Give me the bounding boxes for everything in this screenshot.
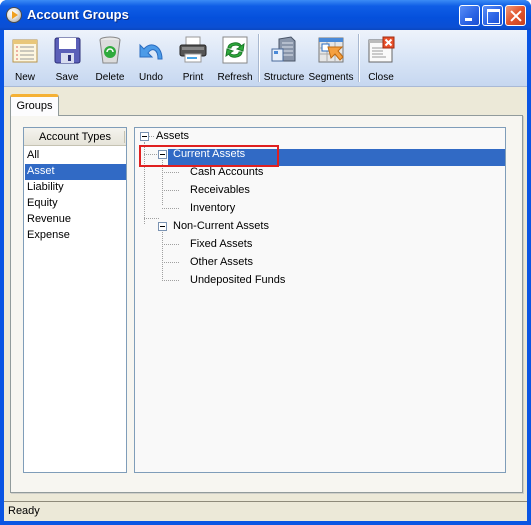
- minimize-button[interactable]: [459, 5, 480, 26]
- delete-button[interactable]: Delete: [92, 32, 128, 86]
- title-bar[interactable]: Account Groups: [0, 0, 531, 30]
- account-type-all[interactable]: All: [25, 148, 126, 164]
- account-type-expense[interactable]: Expense: [25, 228, 126, 244]
- tab-groups[interactable]: Groups: [10, 94, 59, 116]
- segments-grid-icon: [318, 37, 344, 63]
- delete-label: Delete: [95, 72, 125, 83]
- print-label: Print: [182, 72, 204, 83]
- undo-label: Undo: [139, 72, 163, 83]
- close-button[interactable]: Close: [364, 32, 398, 86]
- new-document-icon: [12, 39, 38, 63]
- toolbar-separator: [258, 34, 260, 82]
- undo-button[interactable]: Undo: [134, 32, 168, 86]
- account-groups-window: Account Groups New Save Delete Undo Prin…: [0, 0, 531, 525]
- account-type-liability[interactable]: Liability: [25, 180, 126, 196]
- tree-connector: [162, 172, 179, 173]
- account-type-revenue[interactable]: Revenue: [25, 212, 126, 228]
- refresh-icon: [222, 36, 248, 64]
- close-label: Close: [368, 72, 394, 83]
- new-label: New: [14, 72, 35, 83]
- tree-connector: [162, 244, 179, 245]
- refresh-button[interactable]: Refresh: [216, 32, 254, 86]
- toolbar: New Save Delete Undo Print Refresh Struc…: [4, 30, 527, 87]
- tree-node-label: Other Assets: [190, 256, 253, 268]
- app-icon[interactable]: [6, 7, 22, 23]
- tree-node-label: Cash Accounts: [190, 166, 264, 178]
- tree-connector: [162, 190, 179, 191]
- tree-node-label: Non-Current Assets: [173, 220, 269, 232]
- save-label: Save: [55, 72, 79, 83]
- segments-button[interactable]: Segments: [308, 32, 354, 86]
- tree-node-label: Inventory: [190, 202, 236, 214]
- structure-label: Structure: [263, 72, 305, 83]
- client-area: New Save Delete Undo Print Refresh Struc…: [4, 30, 527, 521]
- tree-connector: [162, 224, 163, 279]
- groups-tab-panel: Account Types All Asset Liability Equity…: [10, 115, 523, 493]
- structure-button[interactable]: Structure: [263, 32, 305, 86]
- close-window-icon: [368, 36, 395, 63]
- save-button[interactable]: Save: [50, 32, 84, 86]
- account-types-list[interactable]: Account Types All Asset Liability Equity…: [23, 127, 127, 473]
- status-text: Ready: [8, 505, 40, 517]
- account-type-equity[interactable]: Equity: [25, 196, 126, 212]
- tree-node-label: Assets: [156, 130, 190, 142]
- collapse-icon[interactable]: [140, 132, 149, 141]
- account-type-asset[interactable]: Asset: [25, 164, 126, 180]
- tree-connector: [144, 218, 159, 219]
- maximize-button[interactable]: [482, 5, 503, 26]
- account-groups-tree[interactable]: Assets Current Assets Cash Accounts Rece…: [134, 127, 506, 473]
- window-title: Account Groups: [27, 7, 129, 22]
- account-types-header[interactable]: Account Types: [24, 128, 126, 146]
- tree-node-label: Fixed Assets: [190, 238, 253, 250]
- undo-arrow-icon: [139, 43, 163, 60]
- print-button[interactable]: Print: [176, 32, 210, 86]
- tree-connector: [162, 262, 179, 263]
- segments-label: Segments: [308, 72, 354, 83]
- toolbar-separator: [358, 34, 360, 82]
- new-button[interactable]: New: [8, 32, 42, 86]
- status-bar: Ready: [4, 501, 527, 521]
- highlight-annotation-box: [139, 145, 279, 167]
- printer-icon: [179, 36, 207, 63]
- tree-connector: [162, 208, 179, 209]
- collapse-icon[interactable]: [158, 222, 167, 231]
- close-window-button[interactable]: [505, 5, 526, 26]
- floppy-disk-icon: [54, 37, 81, 64]
- recycle-bin-icon: [99, 36, 121, 64]
- tree-node-label: Receivables: [190, 184, 250, 196]
- tree-node-label: Undeposited Funds: [190, 274, 286, 286]
- refresh-label: Refresh: [217, 72, 253, 83]
- tree-connector: [162, 280, 179, 281]
- building-structure-icon: [271, 36, 296, 62]
